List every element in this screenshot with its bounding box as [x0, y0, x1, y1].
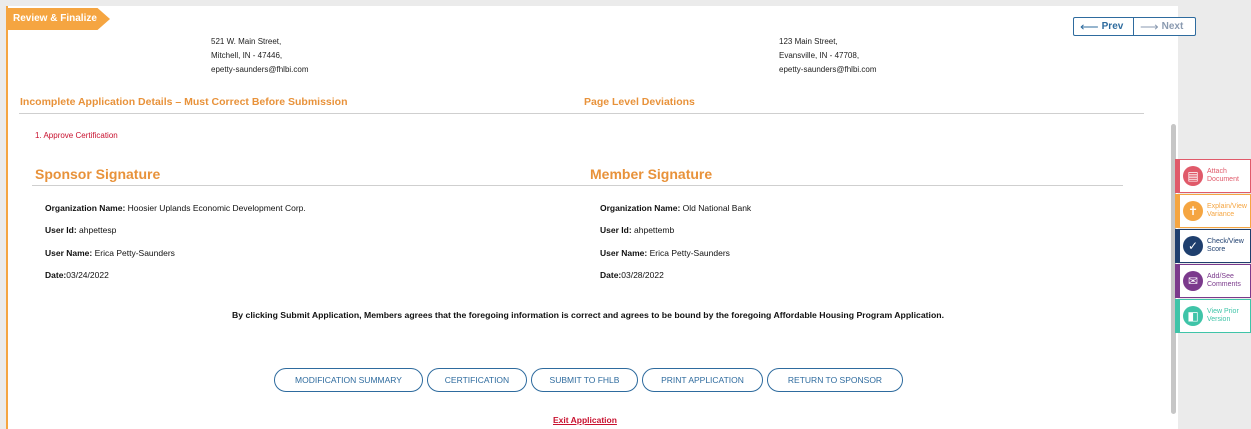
side-toolbar: ▤ Attach Document ✝ Explain/View Variance …	[1175, 159, 1251, 334]
pager: ⟵ Prev ⟶ Next	[1073, 17, 1196, 36]
member-address-email: epetty-saunders@fhlbi.com	[779, 65, 877, 74]
submit-to-fhlb-button[interactable]: SUBMIT TO FHLB	[531, 368, 638, 392]
incomplete-heading: Incomplete Application Details – Must Co…	[20, 96, 348, 108]
check-icon: ✓	[1183, 236, 1203, 256]
arrow-right-icon: ⟶	[1140, 18, 1159, 34]
sponsor-user-name: User Name: Erica Petty-Saunders	[45, 248, 175, 258]
prev-button[interactable]: ⟵ Prev	[1073, 17, 1134, 36]
action-buttons: MODIFICATION SUMMARY CERTIFICATION SUBMI…	[274, 368, 903, 392]
certification-button[interactable]: CERTIFICATION	[427, 368, 527, 392]
print-application-button[interactable]: PRINT APPLICATION	[642, 368, 763, 392]
member-signature-title: Member Signature	[590, 166, 713, 182]
sponsor-org-name: Organization Name: Hoosier Uplands Econo…	[45, 203, 306, 213]
deviations-heading: Page Level Deviations	[584, 96, 695, 108]
incomplete-item-text: Approve Certification	[43, 131, 118, 140]
main-panel	[6, 6, 1178, 429]
modification-summary-button[interactable]: MODIFICATION SUMMARY	[274, 368, 423, 392]
explain-variance-button[interactable]: ✝ Explain/View Variance	[1175, 194, 1251, 228]
incomplete-item[interactable]: 1. Approve Certification	[35, 131, 118, 140]
next-button[interactable]: ⟶ Next	[1134, 17, 1196, 36]
prev-label: Prev	[1101, 21, 1124, 32]
document-icon: ▤	[1183, 166, 1203, 186]
member-date: Date:03/28/2022	[600, 270, 664, 280]
member-address-line2: Evansville, IN - 47708,	[779, 51, 860, 60]
comments-button[interactable]: ✉ Add/See Comments	[1175, 264, 1251, 298]
section-divider	[19, 113, 1144, 114]
view-prior-version-button[interactable]: ◧ View Prior Version	[1175, 299, 1251, 333]
member-user-name: User Name: Erica Petty-Saunders	[600, 248, 730, 258]
variance-icon: ✝	[1183, 201, 1203, 221]
agreement-text: By clicking Submit Application, Members …	[232, 310, 944, 320]
check-score-button[interactable]: ✓ Check/View Score	[1175, 229, 1251, 263]
arrow-left-icon: ⟵	[1080, 18, 1099, 34]
sponsor-address: 521 W. Main Street, Mitchell, IN - 47446…	[211, 35, 309, 77]
return-to-sponsor-button[interactable]: RETURN TO SPONSOR	[767, 368, 903, 392]
sponsor-user-id: User Id: ahpettesp	[45, 225, 117, 235]
prior-version-icon: ◧	[1183, 306, 1203, 326]
sponsor-date: Date:03/24/2022	[45, 270, 109, 280]
member-address-line1: 123 Main Street,	[779, 37, 838, 46]
comment-icon: ✉	[1183, 271, 1203, 291]
sponsor-address-line2: Mitchell, IN - 47446,	[211, 51, 283, 60]
sponsor-signature-title: Sponsor Signature	[35, 166, 161, 182]
member-user-id: User Id: ahpettemb	[600, 225, 675, 235]
next-label: Next	[1161, 21, 1184, 32]
member-address: 123 Main Street, Evansville, IN - 47708,…	[779, 35, 877, 77]
member-org-name: Organization Name: Old National Bank	[600, 203, 752, 213]
sponsor-address-line1: 521 W. Main Street,	[211, 37, 282, 46]
attach-document-button[interactable]: ▤ Attach Document	[1175, 159, 1251, 193]
signature-divider	[32, 185, 1123, 186]
exit-application-link[interactable]: Exit Application	[553, 415, 617, 425]
sponsor-address-email: epetty-saunders@fhlbi.com	[211, 65, 309, 74]
incomplete-item-number: 1.	[35, 131, 42, 140]
step-tab-review-finalize[interactable]: Review & Finalize	[6, 8, 110, 30]
